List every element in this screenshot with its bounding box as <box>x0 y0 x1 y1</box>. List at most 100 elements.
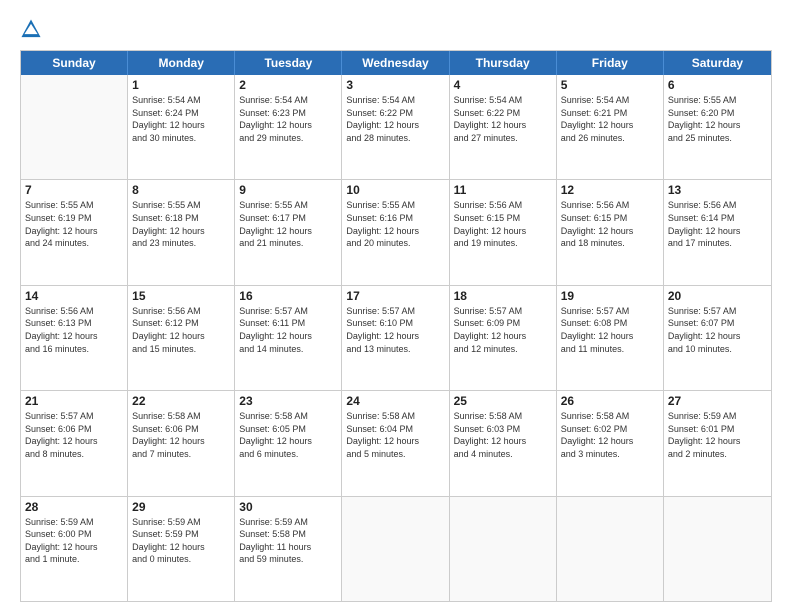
calendar-cell <box>450 497 557 601</box>
day-number: 18 <box>454 289 552 303</box>
calendar-cell: 14Sunrise: 5:56 AM Sunset: 6:13 PM Dayli… <box>21 286 128 390</box>
day-number: 7 <box>25 183 123 197</box>
calendar-cell: 2 Sunrise: 5:54 AM Sunset: 6:23 PM Daylig… <box>235 75 342 179</box>
day-number: 21 <box>25 394 123 408</box>
header <box>20 18 772 40</box>
calendar-cell: 26 Sunrise: 5:58 AM Sunset: 6:02 PM Dayli… <box>557 391 664 495</box>
calendar-week: 1 Sunrise: 5:54 AM Sunset: 6:24 PM Daylig… <box>21 75 771 180</box>
day-number: 12 <box>561 183 659 197</box>
day-number: 23 <box>239 394 337 408</box>
day-number: 1 <box>132 78 230 92</box>
calendar-cell: 23 Sunrise: 5:58 AM Sunset: 6:05 PM Dayli… <box>235 391 342 495</box>
calendar: SundayMondayTuesdayWednesdayThursdayFrid… <box>20 50 772 602</box>
day-info: Sunrise: 5:56 AM Sunset: 6:15 PM Dayligh… <box>454 199 552 249</box>
day-info: Sunrise: 5:54 AM Sunset: 6:24 PM Dayligh… <box>132 94 230 144</box>
header-day: Monday <box>128 51 235 75</box>
calendar-cell: 16 Sunrise: 5:57 AM Sunset: 6:11 PM Dayli… <box>235 286 342 390</box>
day-number: 20 <box>668 289 767 303</box>
day-info: Sunrise: 5:58 AM Sunset: 6:02 PM Dayligh… <box>561 410 659 460</box>
calendar-cell <box>664 497 771 601</box>
calendar-cell: 5 Sunrise: 5:54 AM Sunset: 6:21 PM Daylig… <box>557 75 664 179</box>
day-info: Sunrise: 5:56 AM Sunset: 6:15 PM Dayligh… <box>561 199 659 249</box>
calendar-body: 1 Sunrise: 5:54 AM Sunset: 6:24 PM Daylig… <box>21 75 771 601</box>
day-info: Sunrise: 5:54 AM Sunset: 6:22 PM Dayligh… <box>454 94 552 144</box>
day-number: 5 <box>561 78 659 92</box>
logo <box>20 18 46 40</box>
calendar-cell <box>21 75 128 179</box>
day-info: Sunrise: 5:59 AM Sunset: 6:01 PM Dayligh… <box>668 410 767 460</box>
calendar-cell: 19 Sunrise: 5:57 AM Sunset: 6:08 PM Dayli… <box>557 286 664 390</box>
day-info: Sunrise: 5:55 AM Sunset: 6:16 PM Dayligh… <box>346 199 444 249</box>
page: SundayMondayTuesdayWednesdayThursdayFrid… <box>0 0 792 612</box>
calendar-cell: 13 Sunrise: 5:56 AM Sunset: 6:14 PM Dayli… <box>664 180 771 284</box>
day-info: Sunrise: 5:57 AM Sunset: 6:09 PM Dayligh… <box>454 305 552 355</box>
calendar-cell: 25 Sunrise: 5:58 AM Sunset: 6:03 PM Dayli… <box>450 391 557 495</box>
day-number: 2 <box>239 78 337 92</box>
day-info: Sunrise: 5:57 AM Sunset: 6:11 PM Dayligh… <box>239 305 337 355</box>
header-day: Sunday <box>21 51 128 75</box>
day-info: Sunrise: 5:58 AM Sunset: 6:04 PM Dayligh… <box>346 410 444 460</box>
day-number: 8 <box>132 183 230 197</box>
day-info: Sunrise: 5:57 AM Sunset: 6:07 PM Dayligh… <box>668 305 767 355</box>
calendar-week: 7 Sunrise: 5:55 AM Sunset: 6:19 PM Daylig… <box>21 180 771 285</box>
calendar-cell <box>557 497 664 601</box>
day-info: Sunrise: 5:56 AM Sunset: 6:13 PM Dayligh… <box>25 305 123 355</box>
calendar-cell: 10 Sunrise: 5:55 AM Sunset: 6:16 PM Dayli… <box>342 180 449 284</box>
header-day: Tuesday <box>235 51 342 75</box>
day-info: Sunrise: 5:57 AM Sunset: 6:10 PM Dayligh… <box>346 305 444 355</box>
calendar-week: 21Sunrise: 5:57 AM Sunset: 6:06 PM Dayli… <box>21 391 771 496</box>
calendar-cell: 22Sunrise: 5:58 AM Sunset: 6:06 PM Dayli… <box>128 391 235 495</box>
day-number: 29 <box>132 500 230 514</box>
calendar-cell: 29 Sunrise: 5:59 AM Sunset: 5:59 PM Dayli… <box>128 497 235 601</box>
day-info: Sunrise: 5:59 AM Sunset: 5:58 PM Dayligh… <box>239 516 337 566</box>
calendar-cell: 9 Sunrise: 5:55 AM Sunset: 6:17 PM Daylig… <box>235 180 342 284</box>
calendar-cell: 11 Sunrise: 5:56 AM Sunset: 6:15 PM Dayli… <box>450 180 557 284</box>
day-info: Sunrise: 5:54 AM Sunset: 6:23 PM Dayligh… <box>239 94 337 144</box>
day-info: Sunrise: 5:55 AM Sunset: 6:18 PM Dayligh… <box>132 199 230 249</box>
logo-icon <box>20 18 42 40</box>
day-number: 11 <box>454 183 552 197</box>
calendar-cell: 17 Sunrise: 5:57 AM Sunset: 6:10 PM Dayli… <box>342 286 449 390</box>
calendar-week: 28Sunrise: 5:59 AM Sunset: 6:00 PM Dayli… <box>21 497 771 601</box>
calendar-cell: 8 Sunrise: 5:55 AM Sunset: 6:18 PM Daylig… <box>128 180 235 284</box>
calendar-header: SundayMondayTuesdayWednesdayThursdayFrid… <box>21 51 771 75</box>
header-day: Saturday <box>664 51 771 75</box>
calendar-cell: 1 Sunrise: 5:54 AM Sunset: 6:24 PM Daylig… <box>128 75 235 179</box>
calendar-cell: 21Sunrise: 5:57 AM Sunset: 6:06 PM Dayli… <box>21 391 128 495</box>
calendar-cell: 28Sunrise: 5:59 AM Sunset: 6:00 PM Dayli… <box>21 497 128 601</box>
header-day: Friday <box>557 51 664 75</box>
day-number: 19 <box>561 289 659 303</box>
day-number: 3 <box>346 78 444 92</box>
day-number: 6 <box>668 78 767 92</box>
day-number: 13 <box>668 183 767 197</box>
day-info: Sunrise: 5:55 AM Sunset: 6:17 PM Dayligh… <box>239 199 337 249</box>
calendar-cell: 18 Sunrise: 5:57 AM Sunset: 6:09 PM Dayli… <box>450 286 557 390</box>
day-number: 25 <box>454 394 552 408</box>
day-info: Sunrise: 5:54 AM Sunset: 6:21 PM Dayligh… <box>561 94 659 144</box>
calendar-cell: 24Sunrise: 5:58 AM Sunset: 6:04 PM Dayli… <box>342 391 449 495</box>
day-info: Sunrise: 5:56 AM Sunset: 6:14 PM Dayligh… <box>668 199 767 249</box>
calendar-cell: 3 Sunrise: 5:54 AM Sunset: 6:22 PM Daylig… <box>342 75 449 179</box>
day-info: Sunrise: 5:58 AM Sunset: 6:03 PM Dayligh… <box>454 410 552 460</box>
day-info: Sunrise: 5:58 AM Sunset: 6:05 PM Dayligh… <box>239 410 337 460</box>
calendar-cell: 6Sunrise: 5:55 AM Sunset: 6:20 PM Daylig… <box>664 75 771 179</box>
calendar-cell: 15 Sunrise: 5:56 AM Sunset: 6:12 PM Dayli… <box>128 286 235 390</box>
calendar-week: 14Sunrise: 5:56 AM Sunset: 6:13 PM Dayli… <box>21 286 771 391</box>
header-day: Wednesday <box>342 51 449 75</box>
day-number: 30 <box>239 500 337 514</box>
day-number: 9 <box>239 183 337 197</box>
day-info: Sunrise: 5:57 AM Sunset: 6:08 PM Dayligh… <box>561 305 659 355</box>
day-number: 17 <box>346 289 444 303</box>
calendar-cell: 27 Sunrise: 5:59 AM Sunset: 6:01 PM Dayli… <box>664 391 771 495</box>
day-number: 16 <box>239 289 337 303</box>
day-number: 10 <box>346 183 444 197</box>
calendar-cell: 30 Sunrise: 5:59 AM Sunset: 5:58 PM Dayli… <box>235 497 342 601</box>
day-info: Sunrise: 5:56 AM Sunset: 6:12 PM Dayligh… <box>132 305 230 355</box>
calendar-cell: 7 Sunrise: 5:55 AM Sunset: 6:19 PM Daylig… <box>21 180 128 284</box>
day-number: 27 <box>668 394 767 408</box>
day-info: Sunrise: 5:54 AM Sunset: 6:22 PM Dayligh… <box>346 94 444 144</box>
day-number: 26 <box>561 394 659 408</box>
day-info: Sunrise: 5:59 AM Sunset: 5:59 PM Dayligh… <box>132 516 230 566</box>
day-info: Sunrise: 5:55 AM Sunset: 6:19 PM Dayligh… <box>25 199 123 249</box>
day-number: 15 <box>132 289 230 303</box>
